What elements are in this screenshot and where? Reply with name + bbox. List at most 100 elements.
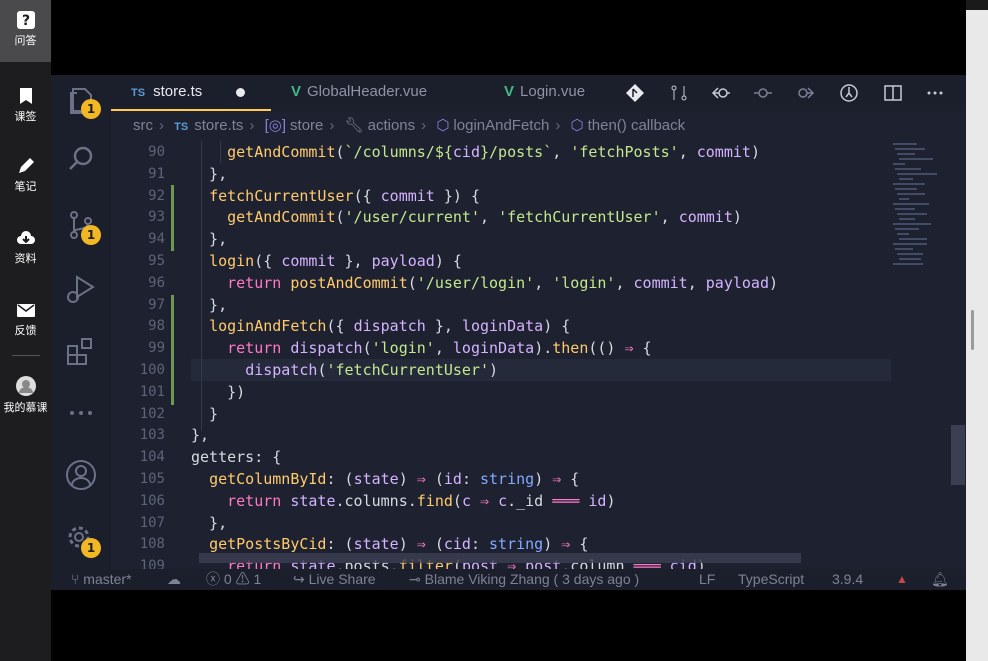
- minimap-line: [899, 238, 927, 240]
- minimap-line: [893, 223, 931, 225]
- code-line[interactable]: dispatch('fetchCurrentUser'): [191, 359, 498, 381]
- line-number-gutter: 90 91 92 93 94 95 96 97 98 99 100 101 102 103 104 105 10…: [111, 141, 165, 574]
- code-area[interactable]: getAndCommit(`/columns/${cid}/posts`, 'f…: [191, 141, 891, 575]
- notifications-bell-icon[interactable]: 🔔︎: [931, 569, 949, 590]
- code-line[interactable]: },: [191, 228, 227, 250]
- settings-badge: 1: [81, 538, 101, 558]
- sidebar-item-notes[interactable]: 笔记: [0, 146, 51, 208]
- split-editor-icon[interactable]: [883, 83, 903, 103]
- sidebar-item-label: 资料: [14, 252, 37, 265]
- source-control-badge: 1: [81, 225, 101, 245]
- breadcrumb-callback[interactable]: then() callback: [588, 117, 686, 134]
- tab-label: store.ts: [153, 83, 203, 100]
- warning-count: 1: [253, 571, 262, 587]
- language-status[interactable]: TypeScript: [738, 569, 804, 590]
- tab-store-ts[interactable]: TS store.ts: [111, 75, 271, 111]
- sync-icon[interactable]: ☁: [167, 569, 181, 590]
- more-icon[interactable]: [63, 393, 99, 429]
- minimap-line: [895, 188, 917, 190]
- timeline-icon[interactable]: [839, 83, 859, 103]
- minimap-line: [897, 253, 923, 255]
- eol-status[interactable]: LF: [699, 569, 715, 590]
- horizontal-scrollbar[interactable]: [199, 553, 801, 563]
- line-number: 103: [139, 427, 165, 444]
- editor-tabs: TS store.ts V GlobalHeader.vue V Login.vue: [111, 75, 966, 111]
- code-line[interactable]: getters: {: [191, 446, 281, 468]
- line-number: 101: [139, 383, 165, 400]
- code-line[interactable]: return dispatch('login', loginData).then…: [191, 337, 651, 359]
- sidebar-item-feedback[interactable]: 反馈: [0, 290, 51, 352]
- sidebar-item-qa[interactable]: ? 问答: [0, 0, 51, 62]
- account-icon[interactable]: [63, 457, 99, 493]
- ts-version-status[interactable]: 3.9.4: [832, 569, 863, 590]
- breadcrumb-store[interactable]: store: [290, 117, 323, 134]
- vue-icon: V: [291, 83, 302, 100]
- code-line[interactable]: }): [191, 381, 245, 403]
- compare-changes-icon[interactable]: [669, 83, 689, 103]
- chevron-right-icon: ›: [249, 117, 255, 134]
- git-diamond-icon[interactable]: [625, 83, 645, 103]
- code-line[interactable]: getColumnById: (state) ⇒ (id: string) ⇒ …: [191, 468, 579, 490]
- line-number: 93: [148, 209, 165, 226]
- error-count: 0: [223, 571, 232, 587]
- code-line[interactable]: },: [191, 163, 227, 185]
- branch-status[interactable]: ⑂ master*: [71, 569, 132, 590]
- line-number: 104: [139, 449, 165, 466]
- sidebar-item-label: 我的慕课: [3, 401, 48, 414]
- minimap-line: [897, 213, 927, 215]
- code-line[interactable]: }: [191, 403, 218, 425]
- breadcrumb-src[interactable]: src: [133, 117, 153, 134]
- extensions-icon[interactable]: [63, 333, 99, 369]
- run-debug-icon[interactable]: [63, 271, 99, 307]
- minimap-line: [895, 228, 919, 230]
- next-change-icon[interactable]: [795, 83, 815, 103]
- sidebar-item-bookmark[interactable]: 课签: [0, 76, 51, 138]
- code-line[interactable]: getAndCommit(`/columns/${cid}/posts`, 'f…: [191, 141, 760, 163]
- minimap-line: [895, 148, 925, 150]
- breadcrumb-file[interactable]: store.ts: [194, 117, 243, 134]
- breadcrumb-actions[interactable]: actions: [368, 117, 416, 134]
- sidebar-item-label: 笔记: [14, 180, 37, 193]
- live-share-status[interactable]: ↪ Live Share: [293, 569, 376, 590]
- chevron-right-icon: ›: [159, 117, 164, 134]
- problems-status[interactable]: ⓧ 0 ⚠ 1: [206, 569, 261, 590]
- sidebar-item-my-mooc[interactable]: 我的慕课: [0, 365, 51, 427]
- minimap-line: [897, 153, 915, 155]
- right-strip-top: [966, 0, 988, 10]
- code-line[interactable]: login({ commit }, payload) {: [191, 250, 462, 272]
- code-line[interactable]: loginAndFetch({ dispatch }, loginData) {: [191, 315, 570, 337]
- editor-scrollbar[interactable]: [951, 425, 965, 485]
- branch-name: master*: [83, 571, 132, 587]
- line-number: 96: [148, 274, 165, 291]
- sidebar-item-materials[interactable]: 资料: [0, 218, 51, 280]
- line-number: 106: [139, 492, 165, 509]
- minimap[interactable]: [891, 141, 951, 565]
- code-line[interactable]: return state.columns.find(c ⇒ c._id ═══ …: [191, 490, 615, 512]
- chevron-right-icon: ›: [555, 117, 561, 134]
- minimap-line: [899, 158, 933, 160]
- minimap-line: [893, 263, 923, 265]
- line-number: 94: [148, 231, 165, 248]
- blame-status[interactable]: ⊸ Blame Viking Zhang ( 3 days ago ): [409, 569, 639, 590]
- commit-node-icon[interactable]: [753, 83, 773, 103]
- code-line[interactable]: fetchCurrentUser({ commit }) {: [191, 185, 480, 207]
- minimap-line: [899, 198, 909, 200]
- search-icon[interactable]: [63, 141, 99, 177]
- avatar-icon: [15, 376, 36, 396]
- code-line[interactable]: },: [191, 512, 227, 534]
- page-scrollbar[interactable]: [971, 310, 974, 350]
- previous-change-icon[interactable]: [711, 83, 731, 103]
- sidebar-divider: [12, 355, 40, 356]
- more-actions-icon[interactable]: [925, 83, 945, 103]
- line-number: 108: [139, 536, 165, 553]
- breadcrumb-method[interactable]: loginAndFetch: [453, 117, 549, 134]
- code-line[interactable]: },: [191, 294, 227, 316]
- tab-login-vue[interactable]: V Login.vue: [504, 75, 585, 111]
- tab-global-header-vue[interactable]: V GlobalHeader.vue: [291, 75, 427, 111]
- line-number: 91: [148, 165, 165, 182]
- activity-bar: 1 1 1: [51, 75, 111, 590]
- unsaved-dot-icon[interactable]: [236, 87, 246, 97]
- code-line[interactable]: },: [191, 424, 209, 446]
- code-line[interactable]: return postAndCommit('/user/login', 'log…: [191, 272, 778, 294]
- code-line[interactable]: getAndCommit('/user/current', 'fetchCurr…: [191, 206, 742, 228]
